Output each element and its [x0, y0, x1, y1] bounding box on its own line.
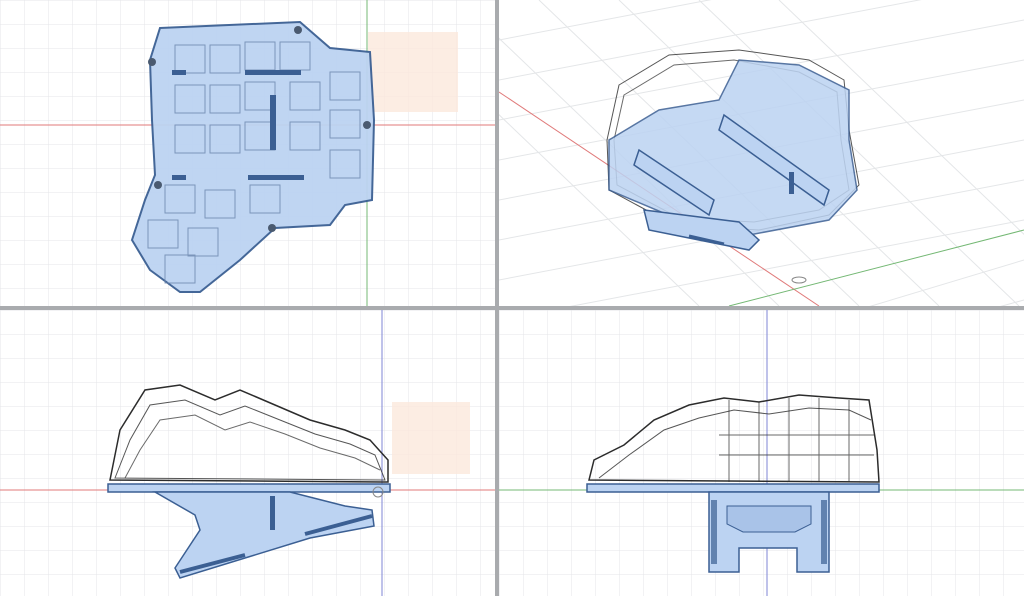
- viewport-front[interactable]: [0, 310, 495, 596]
- grid: [499, 310, 1024, 596]
- front-view-canvas[interactable]: [0, 310, 495, 596]
- viewport-right[interactable]: [499, 310, 1024, 596]
- keyboard-case-perspective: [606, 49, 860, 251]
- perspective-view-canvas[interactable]: [499, 0, 1024, 306]
- right-view-canvas[interactable]: [499, 310, 1024, 596]
- viewport-perspective[interactable]: [499, 0, 1024, 306]
- top-view-canvas[interactable]: [0, 0, 495, 306]
- origin-plane: [392, 402, 470, 474]
- origin-marker: [791, 276, 807, 284]
- viewport-grid: [0, 0, 1024, 596]
- viewport-top[interactable]: [0, 0, 495, 306]
- origin-plane: [368, 32, 458, 112]
